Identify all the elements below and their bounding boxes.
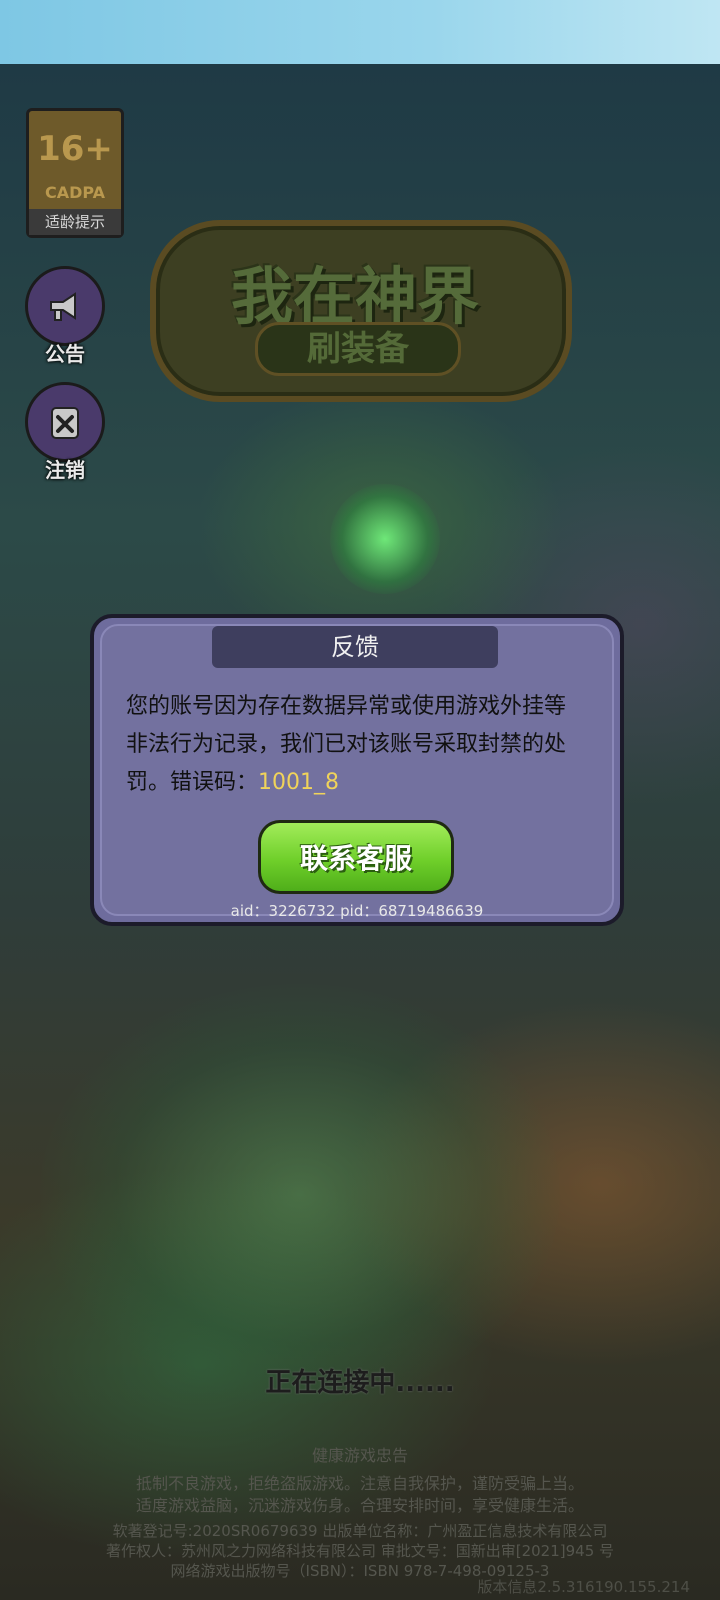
- game-logo: 我在神界 刷装备: [150, 200, 572, 402]
- copyright-info: 著作权人：苏州风之力网络科技有限公司 审批文号：国新出审[2021]945 号: [105, 1542, 615, 1560]
- logo-subtitle: 刷装备: [255, 322, 461, 376]
- health-advice-title: 健康游戏忠告: [311, 1446, 408, 1465]
- cancel-card-icon: [25, 382, 105, 462]
- logout-button[interactable]: 注销: [24, 382, 106, 483]
- magic-orb: [330, 484, 440, 594]
- announcement-button[interactable]: 公告: [24, 266, 106, 367]
- announcement-label: 公告: [45, 342, 85, 366]
- connecting-status: 正在连接中......: [265, 1368, 455, 1398]
- error-code: 1001_8: [258, 770, 340, 795]
- ban-message: 您的账号因为存在数据异常或使用游戏外挂等非法行为记录，我们已对该账号采取封禁的处…: [126, 688, 586, 802]
- logout-label: 注销: [45, 458, 85, 482]
- ban-message-text: 您的账号因为存在数据异常或使用游戏外挂等非法行为记录，我们已对该账号采取封禁的处…: [126, 694, 567, 795]
- age-rating-org: CADPA: [44, 183, 106, 202]
- contact-support-label: 联系客服: [261, 823, 451, 891]
- megaphone-icon: [25, 266, 105, 346]
- account-ids: aid：3226732 pid：68719486639: [230, 902, 484, 920]
- age-rating-number: 16+: [37, 129, 113, 169]
- health-advice-line: 适度游戏益脑，沉迷游戏伤身。合理安排时间，享受健康生活。: [135, 1496, 584, 1515]
- contact-support-button[interactable]: 联系客服: [258, 820, 454, 894]
- age-rating-badge[interactable]: 16+ CADPA 适龄提示: [26, 108, 124, 238]
- dialog-title: 反馈: [212, 626, 498, 668]
- feedback-dialog: 反馈 您的账号因为存在数据异常或使用游戏外挂等非法行为记录，我们已对该账号采取封…: [90, 614, 624, 926]
- green-swirl: [40, 984, 560, 1404]
- health-advice-line: 抵制不良游戏，拒绝盗版游戏。注意自我保护，谨防受骗上当。: [135, 1474, 584, 1493]
- status-bar: [0, 0, 720, 64]
- age-rating-tip: 适龄提示: [29, 209, 121, 235]
- version-info: 版本信息2.5.316190.155.214: [477, 1578, 690, 1596]
- publication-info: 软著登记号:2020SR0679639 出版单位名称：广州盈正信息技术有限公司: [112, 1522, 608, 1540]
